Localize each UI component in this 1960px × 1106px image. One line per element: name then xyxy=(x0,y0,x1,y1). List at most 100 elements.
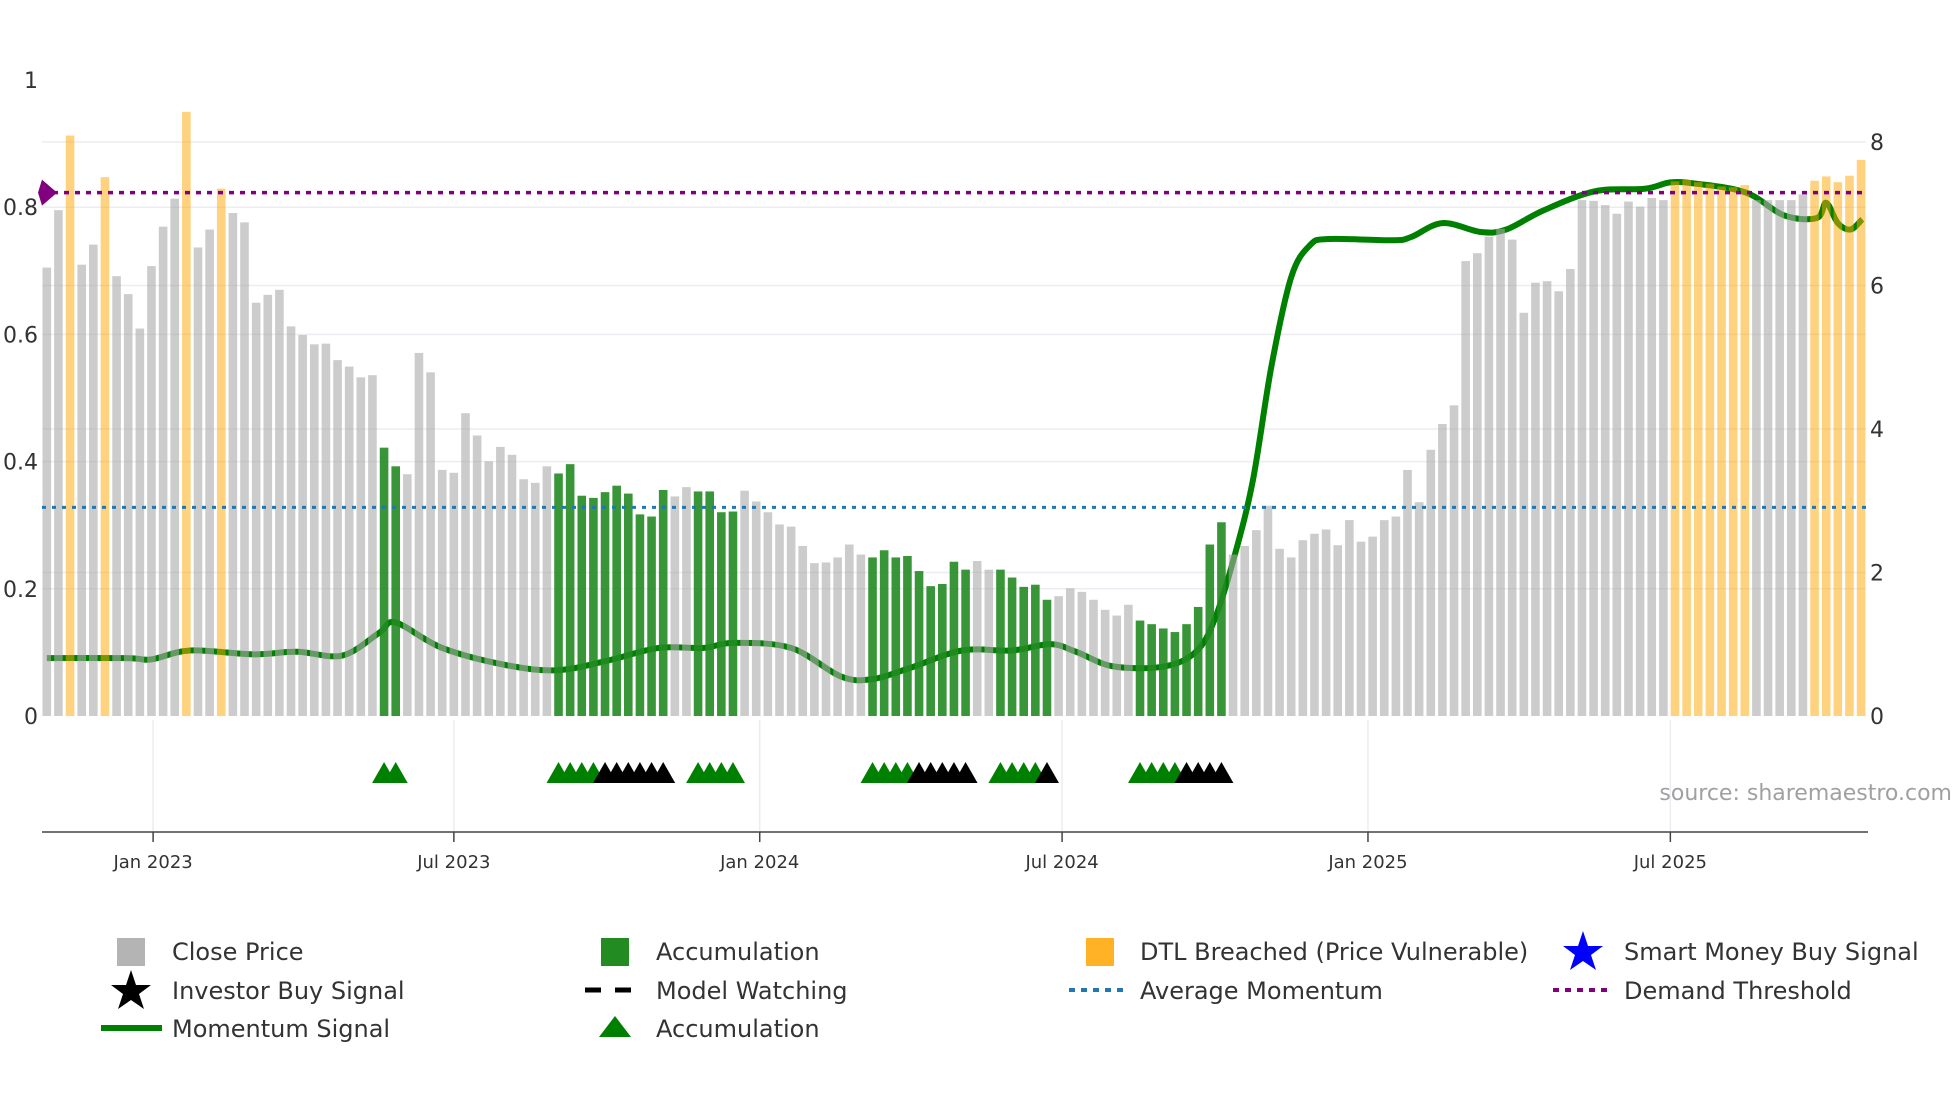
accumulation-bar xyxy=(391,466,400,716)
legend-smart-money-label: Smart Money Buy Signal xyxy=(1624,938,1919,966)
close-price-bar xyxy=(1124,604,1133,716)
close-price-bar xyxy=(1507,239,1517,716)
accumulation-bar xyxy=(1193,606,1203,716)
close-price-bar xyxy=(54,210,63,716)
demand-threshold-diamond-marker xyxy=(38,179,57,206)
x-tick-label: Jan 2025 xyxy=(1327,852,1407,873)
close-price-bar xyxy=(1624,201,1633,717)
accumulation-bar xyxy=(938,583,947,716)
legend-close-price-swatch xyxy=(117,938,145,966)
close-price-bar xyxy=(77,264,86,716)
close-price-bar xyxy=(972,561,982,716)
close-price-bar xyxy=(1054,596,1063,716)
dtl-breached-bar xyxy=(100,177,110,717)
accumulation-bar xyxy=(589,497,598,716)
accumulation-bar xyxy=(717,512,726,716)
close-price-bar xyxy=(1496,228,1505,716)
close-price-bar xyxy=(275,289,284,716)
close-price-bar xyxy=(309,344,319,716)
close-price-bar xyxy=(1787,200,1796,716)
close-price-bar xyxy=(1554,291,1563,716)
close-price-bar xyxy=(461,413,470,716)
dtl-breached-bar xyxy=(1728,187,1738,716)
close-price-bar xyxy=(1635,206,1645,716)
close-price-bar xyxy=(298,335,307,716)
close-price-bar xyxy=(530,482,540,716)
dtl-breached-bar xyxy=(65,135,75,717)
close-price-bar xyxy=(786,526,796,716)
close-price-bar xyxy=(1414,502,1424,716)
close-price-bar xyxy=(344,366,354,716)
right-tick-label: 0 xyxy=(1870,705,1884,730)
accumulation-bar xyxy=(728,511,738,716)
accumulation-bar xyxy=(565,464,575,716)
close-price-bar xyxy=(112,276,121,716)
close-price-bar xyxy=(286,326,296,716)
accumulation-bar xyxy=(612,485,621,716)
dtl-breached-bar xyxy=(1717,186,1726,717)
close-price-bar xyxy=(1647,197,1657,717)
legend-demand-threshold-label: Demand Threshold xyxy=(1624,977,1852,1005)
accumulation-bar xyxy=(1135,620,1145,716)
accumulation-bar xyxy=(658,489,668,716)
accumulation-bar xyxy=(1205,544,1215,716)
dtl-breached-bar xyxy=(1845,175,1854,716)
left-tick-label: 0.6 xyxy=(3,323,38,348)
close-price-bar xyxy=(1240,545,1249,716)
accumulation-bar xyxy=(891,557,901,716)
close-price-bar xyxy=(763,512,773,716)
dtl-breached-bar xyxy=(216,188,226,716)
close-price-bars xyxy=(42,111,1866,717)
close-price-bar xyxy=(1077,591,1087,716)
accumulation-bar xyxy=(693,491,703,716)
accumulation-bar xyxy=(1019,586,1029,716)
close-price-bar xyxy=(1379,520,1389,716)
dtl-breached-bar xyxy=(1670,181,1680,716)
accumulation-bar xyxy=(1042,599,1052,716)
close-price-bar xyxy=(844,544,854,716)
accumulation-bar xyxy=(1007,577,1017,716)
accumulation-triangle-icon xyxy=(599,1016,631,1037)
legend-momentum-label: Momentum Signal xyxy=(172,1015,390,1043)
close-price-bar xyxy=(1368,536,1377,716)
close-price-bar xyxy=(1275,548,1284,716)
legend-investor-label: Investor Buy Signal xyxy=(172,977,405,1005)
close-price-bar xyxy=(1763,200,1773,716)
close-price-bar xyxy=(1472,253,1482,716)
accumulation-bar xyxy=(1217,522,1226,716)
accumulation-bar xyxy=(1170,632,1180,716)
x-tick-label: Jul 2025 xyxy=(1633,852,1707,873)
close-price-bar xyxy=(1089,599,1098,716)
close-price-bar xyxy=(1798,194,1808,716)
accumulation-bar xyxy=(705,491,715,716)
close-price-bar xyxy=(1298,540,1308,716)
left-tick-label: 0.4 xyxy=(3,451,38,476)
close-price-bar xyxy=(1345,520,1354,716)
close-price-bar xyxy=(1775,200,1784,716)
close-price-bar xyxy=(333,360,342,716)
close-price-bar xyxy=(682,487,691,716)
close-price-bar xyxy=(1449,405,1459,716)
close-price-bar xyxy=(147,266,156,716)
close-price-bar xyxy=(426,372,435,716)
accumulation-triangles xyxy=(372,762,1234,783)
close-price-bar xyxy=(1438,423,1447,716)
dtl-breached-bar xyxy=(1833,182,1843,716)
accumulation-bar xyxy=(879,550,889,716)
close-price-bar xyxy=(228,213,238,716)
close-price-bar xyxy=(833,557,842,716)
close-price-bar xyxy=(1100,609,1110,716)
dtl-breached-bar xyxy=(1682,180,1691,717)
accumulation-bar xyxy=(1147,624,1156,716)
x-tick-label: Jul 2023 xyxy=(416,852,490,873)
close-price-bar xyxy=(356,377,366,716)
close-price-bar xyxy=(1519,312,1529,716)
legend-avg-momentum-label: Average Momentum xyxy=(1140,977,1383,1005)
accumulation-bar xyxy=(554,473,563,716)
right-tick-label: 6 xyxy=(1870,275,1884,300)
close-price-bar xyxy=(1461,261,1470,716)
close-price-bar xyxy=(321,343,331,716)
close-price-bar xyxy=(1391,516,1401,716)
close-price-bar xyxy=(1752,200,1761,716)
accumulation-bar xyxy=(647,516,656,716)
